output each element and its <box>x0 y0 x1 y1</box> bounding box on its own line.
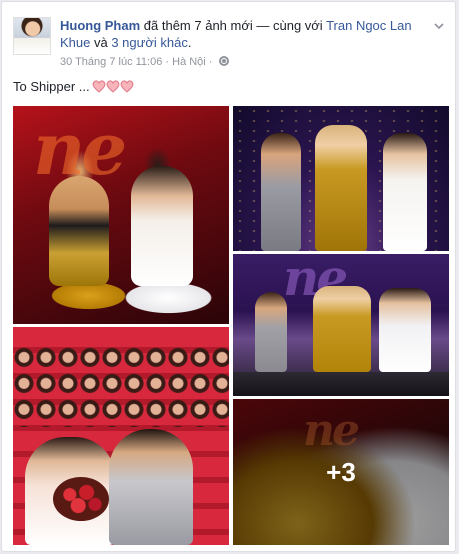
post-meta: 30 Tháng 7 lúc 11:06 · Hà Nội · <box>60 56 229 68</box>
stage-floor <box>233 372 449 396</box>
photo-2[interactable] <box>233 106 449 251</box>
post-caption: To Shipper ... <box>13 79 136 96</box>
person-figure <box>383 133 427 251</box>
person-figure <box>313 286 371 372</box>
audience-crowd <box>13 347 229 427</box>
singer-figure <box>131 166 193 286</box>
and-text: và <box>90 35 112 50</box>
meta-separator: · <box>162 56 173 68</box>
author-name-link[interactable]: Huong Pham <box>60 18 140 33</box>
post-header: Huong Pham đã thêm 7 ảnh mới — cùng với … <box>60 17 420 51</box>
location-link[interactable]: Hà Nội <box>172 56 206 68</box>
period-text: . <box>187 35 192 50</box>
photo-5-more[interactable]: ne +3 <box>233 399 449 545</box>
post-timestamp-link[interactable]: 30 Tháng 7 lúc 11:06 <box>60 56 162 68</box>
feed-post-card: Huong Pham đã thêm 7 ảnh mới — cùng với … <box>1 1 456 552</box>
globe-icon[interactable] <box>218 56 229 66</box>
chevron-down-icon[interactable] <box>433 20 445 32</box>
caption-text: To Shipper ... <box>13 79 90 94</box>
photo-3[interactable]: ne <box>233 254 449 396</box>
photo-4[interactable] <box>13 327 229 545</box>
heart-icon <box>92 80 106 93</box>
person-figure <box>315 125 367 251</box>
author-avatar[interactable] <box>13 17 51 55</box>
person-figure <box>261 133 301 251</box>
heart-icon <box>120 80 134 93</box>
rose-bouquet <box>53 477 109 521</box>
heart-icon <box>106 80 120 93</box>
others-link[interactable]: 3 người khác <box>111 35 188 50</box>
hearts-emoji <box>92 79 136 96</box>
photo-1[interactable]: ne <box>13 106 229 324</box>
action-text: đã thêm 7 ảnh mới — cùng với <box>140 18 327 33</box>
meta-separator-2: · <box>205 56 216 68</box>
singer-figure <box>49 176 109 286</box>
more-photos-count[interactable]: +3 <box>233 457 449 488</box>
person-figure <box>109 429 193 545</box>
person-figure <box>255 292 287 372</box>
person-figure <box>379 288 431 372</box>
